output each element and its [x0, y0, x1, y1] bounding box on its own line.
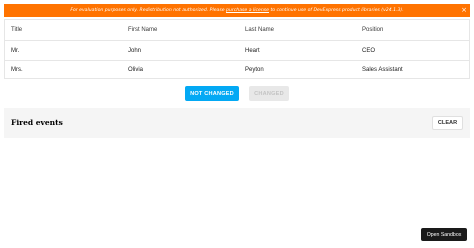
close-icon[interactable]: × — [461, 4, 467, 17]
column-header-last-name[interactable]: Last Name — [245, 20, 274, 40]
open-sandbox-button[interactable]: Open Sandbox — [421, 228, 467, 241]
not-changed-button[interactable]: NOT CHANGED — [185, 86, 239, 101]
fired-events-panel: Fired events CLEAR — [4, 108, 470, 138]
clear-button[interactable]: CLEAR — [432, 116, 463, 130]
purchase-license-link[interactable]: purchase a license — [226, 8, 269, 13]
cell-last-name[interactable]: Heart — [245, 41, 260, 60]
cell-first-name[interactable]: John — [128, 41, 141, 60]
cell-position[interactable]: CEO — [362, 41, 375, 60]
banner-text-after: to continue use of DevExpress product li… — [269, 8, 404, 13]
cell-title[interactable]: Mr. — [11, 41, 19, 60]
cell-position[interactable]: Sales Assistant — [362, 61, 403, 79]
cell-first-name[interactable]: Olivia — [128, 61, 143, 79]
table-row[interactable]: Mrs. Olivia Peyton Sales Assistant — [5, 60, 469, 79]
banner-text-before: For evaluation purposes only. Redistribu… — [70, 8, 227, 13]
license-banner: For evaluation purposes only. Redistribu… — [4, 4, 470, 17]
cell-last-name[interactable]: Peyton — [245, 61, 264, 79]
changed-button[interactable]: CHANGED — [249, 86, 289, 101]
fired-events-title: Fired events — [11, 118, 63, 127]
grid-header-row: Title First Name Last Name Position — [5, 20, 469, 40]
column-header-title[interactable]: Title — [11, 20, 22, 40]
data-grid: Title First Name Last Name Position Mr. … — [4, 19, 470, 79]
table-row[interactable]: Mr. John Heart CEO — [5, 40, 469, 60]
cell-title[interactable]: Mrs. — [11, 61, 23, 79]
column-header-first-name[interactable]: First Name — [128, 20, 157, 40]
column-header-position[interactable]: Position — [362, 20, 383, 40]
